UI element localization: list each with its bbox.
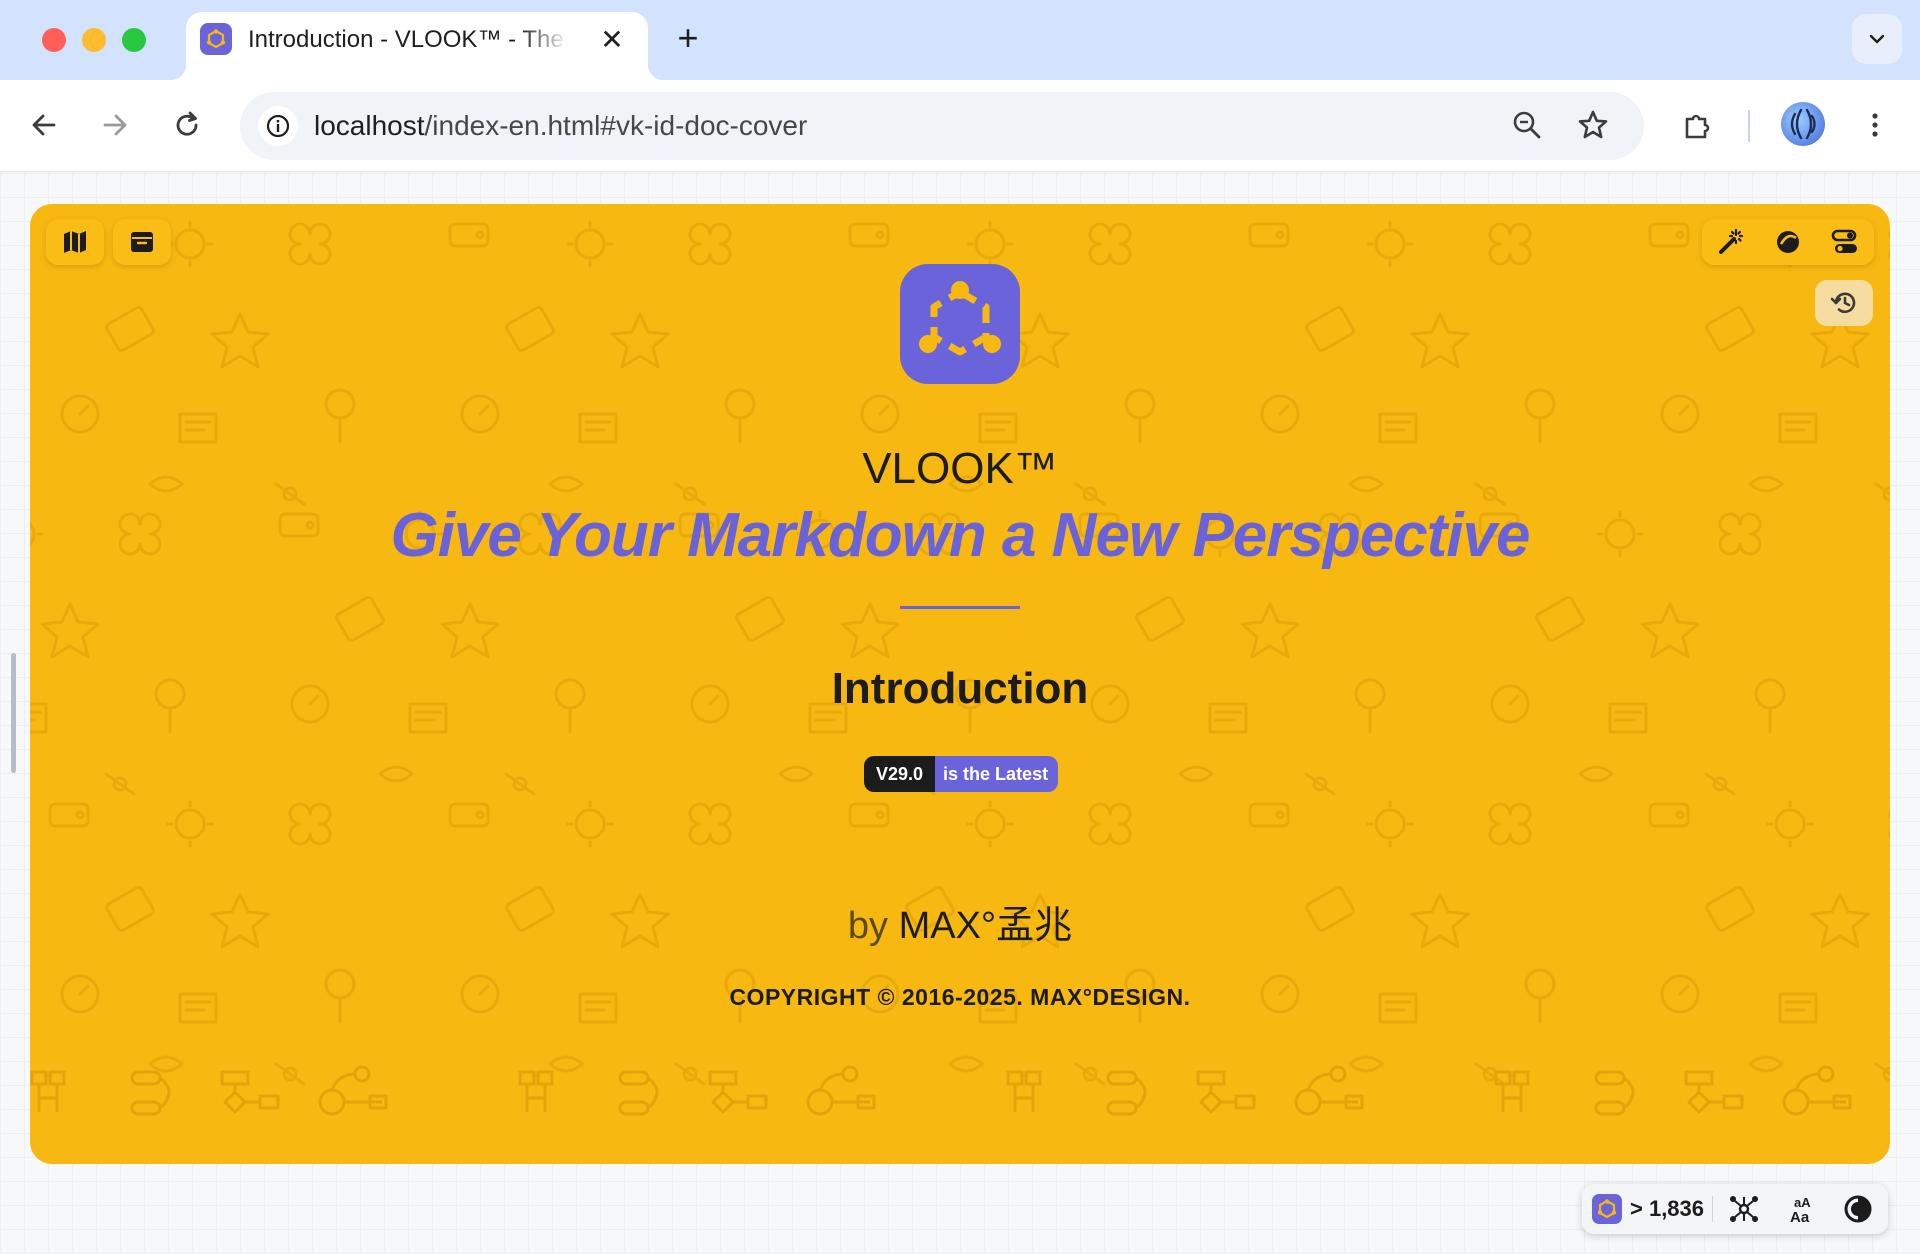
settings-toggle-icon[interactable]	[1830, 228, 1860, 256]
magic-wand-icon[interactable]	[1716, 228, 1744, 256]
tab-close-icon[interactable]: ✕	[596, 24, 628, 56]
browser-toolbar: localhost/index-en.html#vk-id-doc-cover	[0, 80, 1920, 172]
reload-button[interactable]	[164, 102, 210, 148]
arrow-right-icon	[103, 114, 127, 136]
theme-switch-icon[interactable]	[1774, 228, 1802, 256]
tab-title: Introduction - VLOOK™ - The Elegant & Pr…	[248, 26, 568, 53]
chevron-down-icon	[1869, 34, 1885, 44]
author-prefix: by	[847, 905, 889, 947]
url-path: /index-en.html#vk-id-doc-cover	[424, 110, 808, 141]
map-icon	[64, 231, 86, 253]
status-separator	[1712, 1196, 1713, 1222]
brand-name: VLOOK™	[862, 444, 1058, 493]
more-vertical-icon	[1872, 113, 1878, 137]
maximize-window-button[interactable]	[122, 28, 146, 52]
back-button[interactable]	[21, 102, 67, 148]
zoom-icon[interactable]	[1510, 108, 1544, 147]
site-info-icon[interactable]	[258, 106, 298, 146]
archive-box-icon	[131, 232, 153, 252]
close-window-button[interactable]	[42, 28, 66, 52]
profile-avatar[interactable]	[1781, 102, 1825, 146]
author-name: MAX°孟兆	[898, 905, 1073, 947]
minimize-window-button[interactable]	[82, 28, 106, 52]
address-bar[interactable]: localhost/index-en.html#vk-id-doc-cover	[240, 92, 1644, 160]
scrollbar-thumb[interactable]	[11, 653, 16, 773]
cover-tools-right	[1702, 219, 1874, 265]
new-tab-icon[interactable]: +	[670, 20, 706, 56]
history-button[interactable]	[1815, 280, 1873, 326]
doc-status-bar: > 1,836 aA Aa	[1582, 1184, 1888, 1234]
puzzle-icon	[1685, 114, 1710, 139]
graph-icon[interactable]	[1728, 1194, 1760, 1224]
arrow-left-icon	[32, 114, 56, 136]
bookmark-star-icon[interactable]	[1576, 108, 1610, 147]
version-badge[interactable]: V29.0 is the Latest	[864, 756, 1059, 792]
svg-text:Aa: Aa	[1790, 1209, 1810, 1224]
word-count[interactable]: > 1,836	[1630, 1196, 1704, 1222]
extensions-button[interactable]	[1674, 102, 1720, 148]
version-label: V29.0	[864, 756, 936, 792]
vlook-logo-icon	[900, 264, 1020, 384]
version-message: is the Latest	[935, 756, 1059, 792]
url-host: localhost	[314, 110, 425, 141]
forward-button[interactable]	[92, 102, 138, 148]
vlook-favicon-icon	[200, 23, 232, 55]
copyright: COPYRIGHT © 2016-2025. MAX°DESIGN.	[729, 984, 1191, 1010]
doc-library-button[interactable]	[113, 219, 171, 265]
vlook-logo-icon[interactable]	[1592, 1194, 1622, 1224]
page-title: Introduction	[831, 664, 1089, 713]
history-icon	[1830, 292, 1856, 314]
toc-map-button[interactable]	[46, 219, 104, 265]
author-line: by MAX°孟兆	[30, 894, 1890, 949]
svg-text:aA: aA	[1794, 1195, 1811, 1210]
font-size-icon[interactable]: aAAa	[1786, 1194, 1818, 1224]
page-viewport: VLOOK™ Give Your Markdown a New Perspect…	[0, 173, 1920, 1254]
reload-icon	[176, 111, 198, 136]
address-url[interactable]: localhost/index-en.html#vk-id-doc-cover	[314, 110, 807, 142]
doc-cover: VLOOK™ Give Your Markdown a New Perspect…	[30, 204, 1890, 1164]
tagline: Give Your Markdown a New Perspective	[390, 501, 1530, 570]
browser-tab-active[interactable]: Introduction - VLOOK™ - The Elegant & Pr…	[170, 12, 664, 80]
browser-titlebar: Introduction - VLOOK™ - The Elegant & Pr…	[0, 0, 1920, 80]
browser-menu-button[interactable]	[1852, 102, 1898, 148]
contrast-icon[interactable]	[1842, 1194, 1874, 1224]
tab-search-button[interactable]	[1852, 14, 1902, 64]
title-divider	[900, 606, 1020, 609]
toolbar-separator	[1748, 110, 1750, 142]
